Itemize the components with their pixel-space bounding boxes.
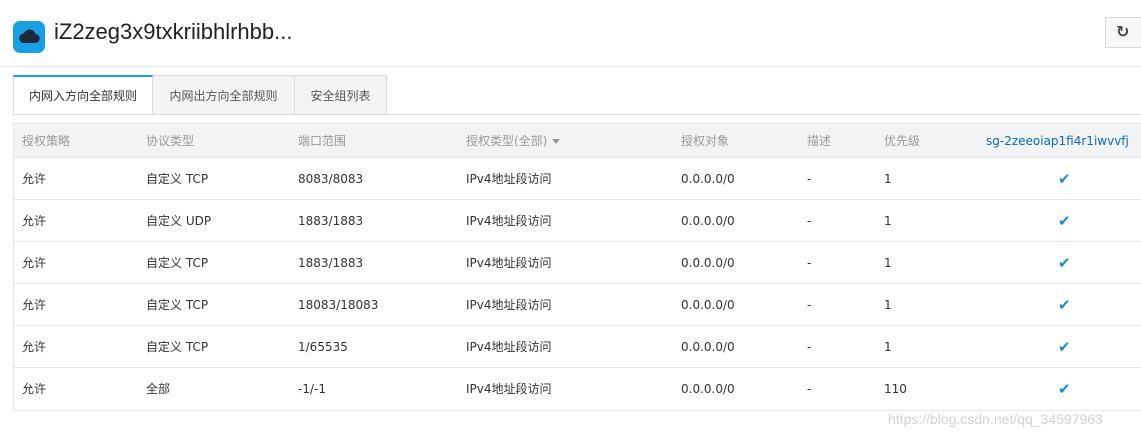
check-icon: ✔ (1058, 212, 1071, 230)
caret-down-icon (552, 139, 561, 144)
table-row: 允许 自定义 TCP 18083/18083 IPv4地址段访问 0.0.0.0… (14, 284, 1141, 326)
cell-policy: 允许 (22, 382, 47, 396)
table-row: 允许 自定义 UDP 1883/1883 IPv4地址段访问 0.0.0.0/0… (14, 200, 1141, 242)
column-header-description: 描述 (807, 134, 832, 148)
cell-auth-type: IPv4地址段访问 (466, 298, 552, 312)
column-header-auth-type-filter[interactable]: 授权类型(全部) (466, 124, 561, 159)
cell-policy: 允许 (22, 172, 47, 186)
table-row: 允许 自定义 TCP 8083/8083 IPv4地址段访问 0.0.0.0/0… (14, 158, 1141, 200)
cell-object: 0.0.0.0/0 (681, 298, 735, 312)
cell-protocol: 全部 (146, 382, 171, 396)
check-icon: ✔ (1058, 296, 1071, 314)
refresh-button[interactable]: ↻ (1105, 17, 1141, 48)
check-icon: ✔ (1058, 338, 1071, 356)
cell-protocol: 自定义 TCP (146, 298, 209, 312)
cell-policy: 允许 (22, 340, 47, 354)
cell-priority: 110 (884, 382, 907, 396)
cell-description: - (807, 382, 812, 396)
table-row: 允许 自定义 TCP 1883/1883 IPv4地址段访问 0.0.0.0/0… (14, 242, 1141, 284)
cell-object: 0.0.0.0/0 (681, 382, 735, 396)
auth-type-filter-label: 授权类型(全部) (466, 134, 548, 148)
cell-priority: 1 (884, 172, 892, 186)
tab-outbound-rules[interactable]: 内网出方向全部规则 (153, 75, 295, 115)
cell-port: 1/65535 (298, 340, 348, 354)
tab-inbound-rules[interactable]: 内网入方向全部规则 (13, 75, 153, 115)
cell-object: 0.0.0.0/0 (681, 340, 735, 354)
cell-priority: 1 (884, 340, 892, 354)
check-icon: ✔ (1058, 254, 1071, 272)
cell-policy: 允许 (22, 298, 47, 312)
cell-policy: 允许 (22, 256, 47, 270)
check-icon: ✔ (1058, 380, 1071, 398)
cell-description: - (807, 172, 812, 186)
rules-table: 授权策略 协议类型 端口范围 授权类型(全部) 授权对象 描述 优先级 sg-2… (13, 123, 1141, 411)
cell-port: 18083/18083 (298, 298, 379, 312)
cell-description: - (807, 214, 812, 228)
table-row: 允许 全部 -1/-1 IPv4地址段访问 0.0.0.0/0 - 110 ✔ (14, 368, 1141, 410)
cell-priority: 1 (884, 214, 892, 228)
cell-auth-type: IPv4地址段访问 (466, 172, 552, 186)
cell-auth-type: IPv4地址段访问 (466, 382, 552, 396)
cell-auth-type: IPv4地址段访问 (466, 340, 552, 354)
cell-protocol: 自定义 UDP (146, 214, 212, 228)
table-row: 允许 自定义 TCP 1/65535 IPv4地址段访问 0.0.0.0/0 -… (14, 326, 1141, 368)
watermark: https://blog.csdn.net/qq_34597963 (888, 411, 1103, 427)
column-header-policy: 授权策略 (22, 134, 71, 148)
cell-protocol: 自定义 TCP (146, 340, 209, 354)
cell-description: - (807, 256, 812, 270)
column-header-protocol: 协议类型 (146, 134, 195, 148)
cell-priority: 1 (884, 298, 892, 312)
cell-port: 1883/1883 (298, 214, 364, 228)
cell-auth-type: IPv4地址段访问 (466, 256, 552, 270)
cell-port: 8083/8083 (298, 172, 364, 186)
instance-title: iZ2zeg3x9txkriibhlrhbb... (54, 19, 293, 44)
cell-port: 1883/1883 (298, 256, 364, 270)
refresh-icon: ↻ (1116, 22, 1130, 41)
cell-description: - (807, 298, 812, 312)
cell-description: - (807, 340, 812, 354)
cell-object: 0.0.0.0/0 (681, 172, 735, 186)
cell-auth-type: IPv4地址段访问 (466, 214, 552, 228)
security-group-link[interactable]: sg-2zeeoiap1fi4r1iwvvfj (986, 124, 1129, 159)
cell-protocol: 自定义 TCP (146, 256, 209, 270)
column-header-object: 授权对象 (681, 134, 730, 148)
cell-policy: 允许 (22, 214, 47, 228)
check-icon: ✔ (1058, 170, 1071, 188)
cell-priority: 1 (884, 256, 892, 270)
cell-protocol: 自定义 TCP (146, 172, 209, 186)
cell-object: 0.0.0.0/0 (681, 256, 735, 270)
column-header-priority: 优先级 (884, 134, 921, 148)
tabs-divider (13, 114, 1141, 115)
cloud-icon (13, 21, 45, 53)
column-header-port: 端口范围 (298, 134, 347, 148)
tab-security-group-list[interactable]: 安全组列表 (295, 75, 387, 115)
page-header: iZ2zeg3x9txkriibhlrhbb... ↻ (0, 0, 1141, 67)
cell-object: 0.0.0.0/0 (681, 214, 735, 228)
table-header: 授权策略 协议类型 端口范围 授权类型(全部) 授权对象 描述 优先级 sg-2… (14, 123, 1141, 158)
cell-port: -1/-1 (298, 382, 326, 396)
